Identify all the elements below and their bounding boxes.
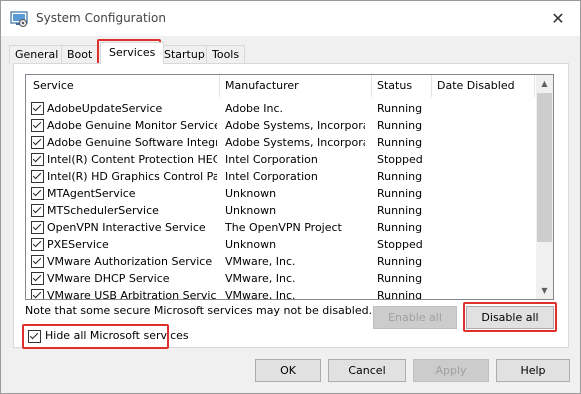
service-name: Intel(R) Content Protection HEC... <box>47 153 217 166</box>
tab-tools[interactable]: Tools <box>206 45 246 64</box>
table-row[interactable]: Adobe Genuine Monitor Service Adobe Syste… <box>26 117 536 134</box>
service-checkbox[interactable] <box>31 136 44 149</box>
service-checkbox[interactable] <box>31 170 44 183</box>
service-checkbox[interactable] <box>31 204 44 217</box>
service-manufacturer: Adobe Systems, Incorpora... <box>225 119 365 132</box>
table-row[interactable]: Intel(R) Content Protection HEC... Intel … <box>26 151 536 168</box>
enable-all-button[interactable]: Enable all <box>373 306 457 329</box>
service-name: MTSchedulerService <box>47 204 159 217</box>
tab-label: Boot <box>67 48 93 61</box>
table-row[interactable]: VMware USB Arbitration Service VMware, In… <box>26 287 536 300</box>
column-header-service[interactable]: Service <box>33 75 74 97</box>
vertical-scrollbar[interactable]: ▲ ▼ <box>536 75 553 299</box>
system-config-icon <box>10 11 28 27</box>
service-name: VMware DHCP Service <box>47 272 170 285</box>
column-divider <box>431 75 432 97</box>
tab-label: Services <box>109 46 156 59</box>
system-configuration-window: System Configuration ✕ General Boot Serv… <box>0 0 581 394</box>
disable-all-button[interactable]: Disable all <box>466 306 554 329</box>
column-header-status[interactable]: Status <box>377 75 413 97</box>
service-name: MTAgentService <box>47 187 136 200</box>
service-name: Adobe Genuine Software Integri... <box>47 136 217 149</box>
service-checkbox[interactable] <box>31 221 44 234</box>
table-row[interactable]: VMware DHCP Service VMware, Inc. Running <box>26 270 536 287</box>
tab-label: General <box>15 48 59 61</box>
service-checkbox[interactable] <box>31 119 44 132</box>
column-divider <box>534 75 535 97</box>
secure-services-note: Note that some secure Microsoft services… <box>25 304 373 317</box>
service-manufacturer: Adobe Inc. <box>225 102 284 115</box>
service-manufacturer: Intel Corporation <box>225 153 318 166</box>
service-name: Intel(R) HD Graphics Control Pa... <box>47 170 217 183</box>
service-name: PXEService <box>47 238 109 251</box>
service-checkbox[interactable] <box>31 289 44 299</box>
service-manufacturer: The OpenVPN Project <box>225 221 342 234</box>
service-manufacturer: Unknown <box>225 238 277 251</box>
service-manufacturer: VMware, Inc. <box>225 272 296 285</box>
service-manufacturer: Unknown <box>225 204 277 217</box>
service-manufacturer: VMware, Inc. <box>225 289 296 300</box>
table-row[interactable]: OpenVPN Interactive Service The OpenVPN P… <box>26 219 536 236</box>
chevron-up-icon[interactable]: ▲ <box>536 75 553 92</box>
service-name: VMware Authorization Service <box>47 255 213 268</box>
service-status: Running <box>377 119 423 132</box>
tab-startup[interactable]: Startup <box>158 45 211 64</box>
service-name: Adobe Genuine Monitor Service <box>47 119 217 132</box>
table-row[interactable]: PXEService Unknown Stopped <box>26 236 536 253</box>
tab-label: Startup <box>164 48 205 61</box>
service-status: Running <box>377 170 423 183</box>
service-status: Running <box>377 136 423 149</box>
hide-microsoft-services-label: Hide all Microsoft services <box>45 329 189 342</box>
apply-button[interactable]: Apply <box>413 359 489 382</box>
column-divider <box>219 75 220 97</box>
chevron-down-icon[interactable]: ▼ <box>536 282 553 299</box>
service-status: Running <box>377 102 423 115</box>
service-manufacturer: Adobe Systems, Incorpora... <box>225 136 365 149</box>
tab-general[interactable]: General <box>9 45 65 64</box>
service-name: OpenVPN Interactive Service <box>47 221 206 234</box>
column-divider <box>371 75 372 97</box>
service-checkbox[interactable] <box>31 255 44 268</box>
service-checkbox[interactable] <box>31 153 44 166</box>
service-status: Running <box>377 289 423 300</box>
service-status: Running <box>377 221 423 234</box>
tab-services[interactable]: Services <box>100 42 165 64</box>
service-status: Stopped <box>377 153 423 166</box>
tab-boot[interactable]: Boot <box>61 45 99 64</box>
close-icon: ✕ <box>551 9 565 28</box>
services-list[interactable]: Service Manufacturer Status Date Disable… <box>25 74 554 300</box>
service-checkbox[interactable] <box>31 102 44 115</box>
table-row[interactable]: Adobe Genuine Software Integri... Adobe S… <box>26 134 536 151</box>
column-header-manufacturer[interactable]: Manufacturer <box>225 75 299 97</box>
service-name: AdobeUpdateService <box>47 102 163 115</box>
service-status: Running <box>377 204 423 217</box>
service-manufacturer: Intel Corporation <box>225 170 318 183</box>
ok-button[interactable]: OK <box>255 359 321 382</box>
table-row[interactable]: VMware Authorization Service VMware, Inc.… <box>26 253 536 270</box>
column-header-date-disabled[interactable]: Date Disabled <box>437 75 515 97</box>
checkbox[interactable] <box>28 330 41 343</box>
table-row[interactable]: MTAgentService Unknown Running <box>26 185 536 202</box>
service-status: Running <box>377 187 423 200</box>
service-status: Running <box>377 255 423 268</box>
service-manufacturer: VMware, Inc. <box>225 255 296 268</box>
window-title: System Configuration <box>36 11 166 25</box>
service-manufacturer: Unknown <box>225 187 277 200</box>
service-checkbox[interactable] <box>31 187 44 200</box>
help-button[interactable]: Help <box>496 359 570 382</box>
cancel-button[interactable]: Cancel <box>328 359 406 382</box>
table-row[interactable]: MTSchedulerService Unknown Running <box>26 202 536 219</box>
service-status: Running <box>377 272 423 285</box>
table-row[interactable]: AdobeUpdateService Adobe Inc. Running <box>26 100 536 117</box>
services-panel: Service Manufacturer Status Date Disable… <box>13 63 569 349</box>
tab-label: Tools <box>212 48 240 61</box>
table-row[interactable]: Intel(R) HD Graphics Control Pa... Intel … <box>26 168 536 185</box>
service-checkbox[interactable] <box>31 238 44 251</box>
scrollbar-thumb[interactable] <box>537 93 552 242</box>
close-button[interactable]: ✕ <box>536 1 580 36</box>
service-status: Stopped <box>377 238 423 251</box>
title-bar: System Configuration ✕ <box>1 1 580 36</box>
service-name: VMware USB Arbitration Service <box>47 289 217 300</box>
service-checkbox[interactable] <box>31 272 44 285</box>
